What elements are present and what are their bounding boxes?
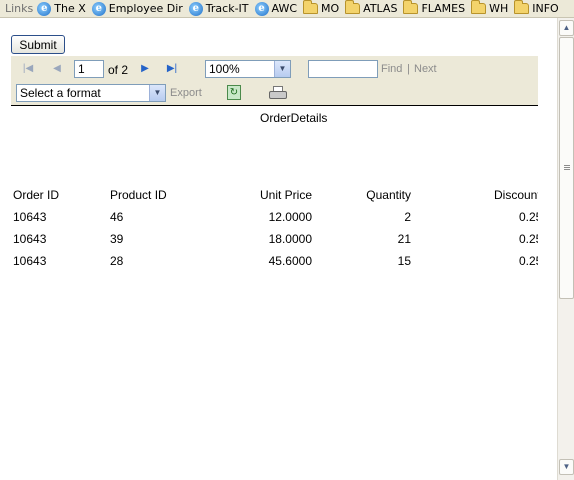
last-page-icon[interactable]: ▶| xyxy=(165,62,179,76)
table-cell: 45.6000 xyxy=(268,254,312,268)
link-the-x[interactable]: e The X xyxy=(37,1,86,16)
folder-icon xyxy=(403,0,419,14)
ie-page-icon: e xyxy=(91,1,106,16)
report-title: OrderDetails xyxy=(260,111,328,125)
table-cell: 15 xyxy=(397,254,411,268)
table-cell: 0.25 xyxy=(519,254,538,268)
scroll-grip-icon xyxy=(564,165,570,166)
ie-page-icon: e xyxy=(254,1,269,16)
link-label: FLAMES xyxy=(421,2,466,15)
link-employee-dir[interactable]: e Employee Dir xyxy=(91,1,183,16)
zoom-select[interactable]: 100% ▼ xyxy=(205,60,291,78)
table-cell: 18.0000 xyxy=(268,232,312,246)
export-row: Select a format ▼ Export ↻ xyxy=(11,82,538,104)
table-cell: 28 xyxy=(110,254,124,268)
link-label: MO xyxy=(321,2,340,15)
column-header-order-id: Order ID xyxy=(13,188,60,202)
export-format-select[interactable]: Select a format ▼ xyxy=(16,84,166,102)
ie-page-icon: e xyxy=(188,1,203,16)
column-header-quantity: Quantity xyxy=(366,188,411,202)
report-viewer-toolbar: |◀ ◀ of 2 ▶ ▶| 100% ▼ Find | Next Select… xyxy=(11,56,538,106)
page-number-input[interactable] xyxy=(74,60,104,78)
link-label: Track-IT xyxy=(205,2,249,15)
link-label: The X xyxy=(54,2,86,15)
link-flames[interactable]: FLAMES xyxy=(403,0,466,15)
link-mo[interactable]: MO xyxy=(303,0,340,15)
next-link[interactable]: Next xyxy=(414,63,437,75)
chevron-down-icon[interactable]: ▼ xyxy=(149,85,165,101)
find-link[interactable]: Find xyxy=(381,63,402,75)
ie-page-icon: e xyxy=(37,1,52,16)
table-cell: 46 xyxy=(110,210,124,224)
refresh-icon[interactable]: ↻ xyxy=(227,85,241,100)
previous-page-icon[interactable]: ◀ xyxy=(50,62,64,76)
links-toolbar: Links e The X e Employee Dir e Track-IT … xyxy=(0,0,574,18)
format-value: Select a format xyxy=(20,86,101,100)
column-header-discount: Discount xyxy=(494,188,538,202)
folder-icon xyxy=(514,0,530,14)
link-track-it[interactable]: e Track-IT xyxy=(188,1,249,16)
table-cell: 10643 xyxy=(13,210,47,224)
scroll-thumb[interactable] xyxy=(559,37,574,299)
next-page-icon[interactable]: ▶ xyxy=(138,62,152,76)
scroll-down-button[interactable]: ▼ xyxy=(559,459,574,475)
link-label: INFO xyxy=(532,2,559,15)
zoom-value: 100% xyxy=(209,62,240,76)
table-cell: 39 xyxy=(110,232,124,246)
report-table: Order ID Product ID Unit Price Quantity … xyxy=(0,180,538,280)
links-label: Links xyxy=(5,2,34,15)
link-label: ATLAS xyxy=(363,2,398,15)
table-cell: 21 xyxy=(397,232,411,246)
scroll-up-button[interactable]: ▲ xyxy=(559,20,574,36)
vertical-scrollbar[interactable]: ▲ ▼ xyxy=(557,18,574,480)
chevron-down-icon[interactable]: ▼ xyxy=(274,61,290,77)
folder-icon xyxy=(303,0,318,14)
link-label: Employee Dir xyxy=(108,2,183,15)
navigation-row: |◀ ◀ of 2 ▶ ▶| 100% ▼ Find | Next xyxy=(11,58,538,80)
page-total-text: of 2 xyxy=(108,63,129,77)
print-icon[interactable] xyxy=(269,86,287,100)
link-info[interactable]: INFO xyxy=(514,0,559,15)
table-cell: 10643 xyxy=(13,254,47,268)
table-cell: 2 xyxy=(404,210,411,224)
column-header-product-id: Product ID xyxy=(110,188,167,202)
column-header-unit-price: Unit Price xyxy=(259,188,312,202)
find-input[interactable] xyxy=(308,60,378,78)
table-cell: 0.25 xyxy=(519,232,538,246)
table-cell: 10643 xyxy=(13,232,47,246)
table-cell: 12.0000 xyxy=(268,210,312,224)
folder-icon xyxy=(471,0,487,14)
first-page-icon[interactable]: |◀ xyxy=(21,62,35,76)
find-separator: | xyxy=(407,63,410,75)
link-awc[interactable]: e AWC xyxy=(254,1,297,16)
submit-button[interactable]: Submit xyxy=(11,35,65,54)
link-atlas[interactable]: ATLAS xyxy=(345,0,398,15)
table-cell: 0.25 xyxy=(519,210,538,224)
link-label: AWC xyxy=(271,2,297,15)
link-label: WH xyxy=(489,2,509,15)
folder-icon xyxy=(345,0,361,14)
link-wh[interactable]: WH xyxy=(471,0,509,15)
export-link[interactable]: Export xyxy=(170,87,202,99)
